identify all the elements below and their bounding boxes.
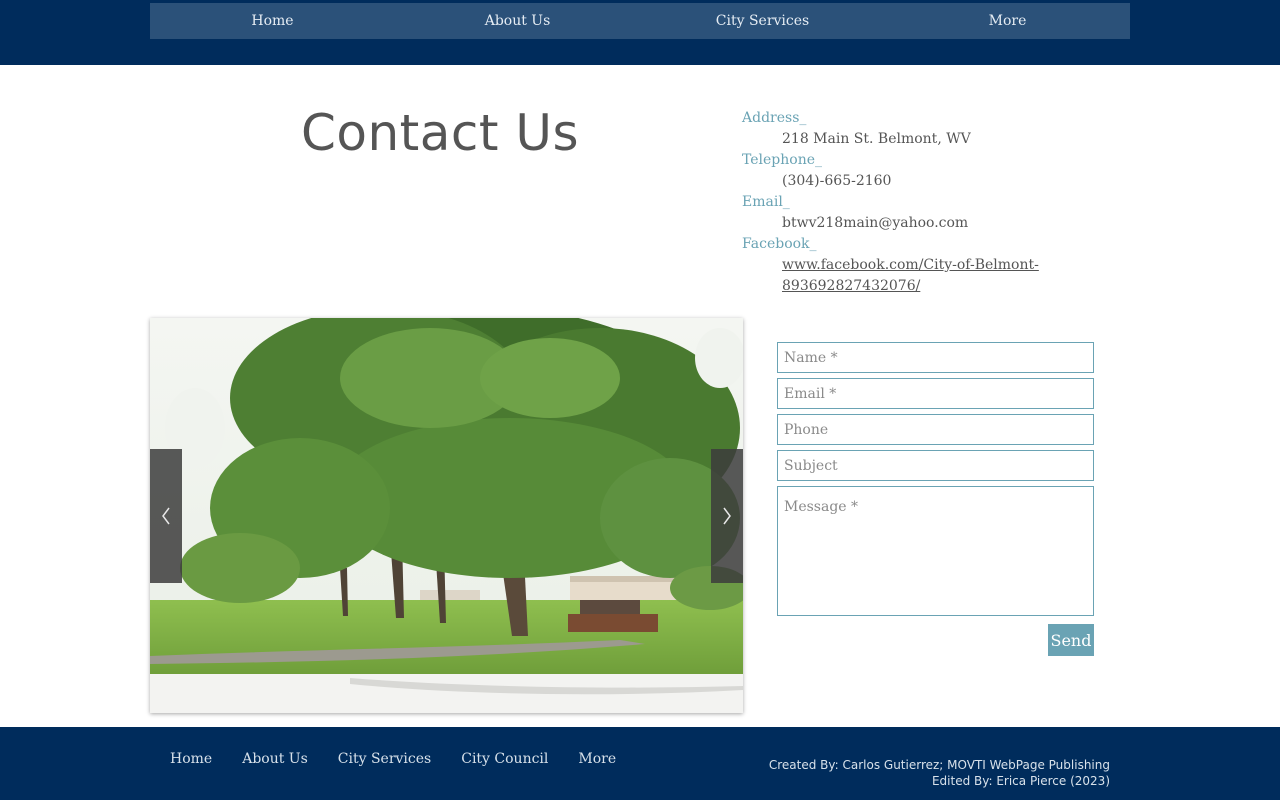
gallery-prev-button[interactable] — [150, 449, 182, 583]
edited-by-text: Edited By: Erica Pierce (2023) — [931, 774, 1110, 788]
email-label: Email_ — [742, 194, 790, 210]
chevron-right-icon — [723, 507, 731, 525]
telephone-label: Telephone_ — [742, 152, 823, 168]
top-nav: Home About Us City Services More — [150, 3, 1130, 39]
facebook-link[interactable]: www.facebook.com/City-of-Belmont-8936928… — [742, 255, 1042, 297]
site-header: Home About Us City Services More — [0, 0, 1280, 65]
address-value: 218 Main St. Belmont, WV — [782, 131, 971, 147]
telephone-value: (304)-665-2160 — [782, 173, 892, 189]
footer-nav-about-us[interactable]: About Us — [242, 751, 308, 767]
page-title: Contact Us — [300, 104, 580, 162]
nav-more[interactable]: More — [885, 3, 1130, 39]
park-trees-image — [150, 318, 743, 713]
name-input[interactable] — [777, 342, 1094, 373]
chevron-left-icon — [162, 507, 170, 525]
send-button[interactable]: Send — [1048, 624, 1094, 656]
nav-about-us[interactable]: About Us — [395, 3, 640, 39]
created-by-text: Created By: Carlos Gutierrez; MOVTI WebP… — [768, 758, 1110, 772]
footer-credits: Created By: Carlos Gutierrez; MOVTI WebP… — [769, 757, 1110, 789]
footer-nav-more[interactable]: More — [578, 751, 616, 767]
email-input[interactable] — [777, 378, 1094, 409]
photo-gallery — [150, 318, 743, 713]
footer-nav-home[interactable]: Home — [170, 751, 212, 767]
facebook-label: Facebook_ — [742, 236, 817, 252]
subject-input[interactable] — [777, 450, 1094, 481]
nav-home[interactable]: Home — [150, 3, 395, 39]
footer-nav: Home About Us City Services City Council… — [170, 751, 646, 767]
phone-input[interactable] — [777, 414, 1094, 445]
footer-nav-city-council[interactable]: City Council — [461, 751, 548, 767]
nav-city-services[interactable]: City Services — [640, 3, 885, 39]
contact-info: Address_ 218 Main St. Belmont, WV Teleph… — [742, 108, 1122, 297]
contact-form: Send — [777, 342, 1094, 656]
address-label: Address_ — [742, 110, 807, 126]
email-value: btwv218main@yahoo.com — [782, 215, 969, 231]
message-input[interactable] — [777, 486, 1094, 616]
footer-nav-city-services[interactable]: City Services — [338, 751, 431, 767]
site-footer: Home About Us City Services City Council… — [0, 727, 1280, 800]
gallery-next-button[interactable] — [711, 449, 743, 583]
